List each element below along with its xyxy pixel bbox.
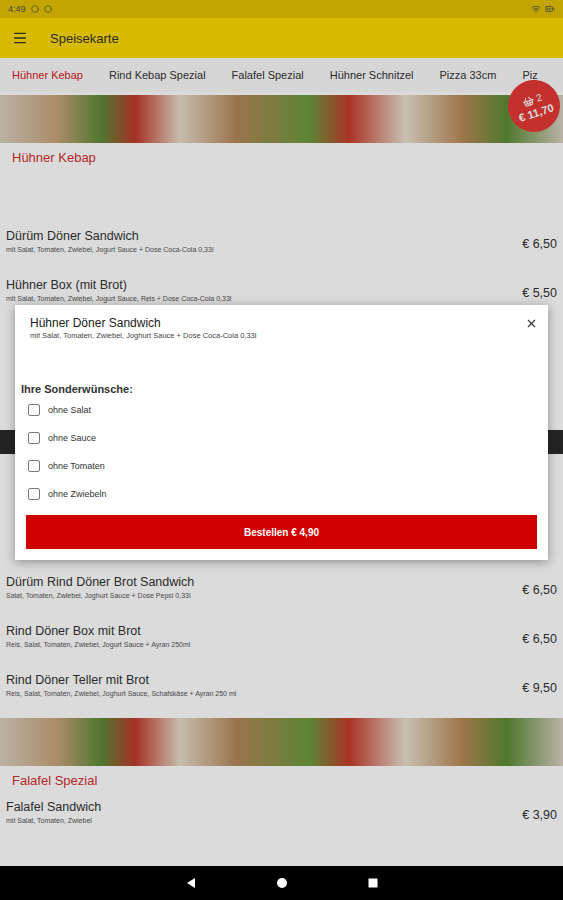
checkbox[interactable] bbox=[28, 488, 40, 500]
close-button[interactable] bbox=[525, 317, 538, 330]
dialog-description: mit Salat, Tomaten, Zwiebel, Joghurt Sau… bbox=[30, 331, 256, 341]
order-button[interactable]: Bestellen € 4,90 bbox=[26, 515, 537, 549]
checkbox[interactable] bbox=[28, 432, 40, 444]
app-screen: 4:49SpeisekarteHühner KebapRind Kebap Sp… bbox=[0, 0, 563, 900]
screen: 4:49SpeisekarteHühner KebapRind Kebap Sp… bbox=[0, 0, 563, 866]
option-row[interactable]: ohne Sauce bbox=[15, 424, 548, 452]
dialog-title: Hühner Döner Sandwich bbox=[30, 315, 256, 331]
option-label: ohne Salat bbox=[48, 405, 91, 415]
navigation-bar bbox=[0, 866, 563, 900]
order-dialog: Hühner Döner Sandwichmit Salat, Tomaten,… bbox=[15, 305, 548, 560]
options-heading: Ihre Sonderwünsche: bbox=[15, 382, 548, 396]
option-label: ohne Sauce bbox=[48, 433, 96, 443]
checkbox[interactable] bbox=[28, 460, 40, 472]
option-label: ohne Tomaten bbox=[48, 461, 105, 471]
home-icon[interactable] bbox=[276, 877, 288, 889]
option-row[interactable]: ohne Salat bbox=[15, 396, 548, 424]
option-row[interactable]: ohne Tomaten bbox=[15, 452, 548, 480]
recents-icon[interactable] bbox=[367, 877, 379, 889]
option-label: ohne Zwiebeln bbox=[48, 489, 107, 499]
checkbox[interactable] bbox=[28, 404, 40, 416]
close-icon bbox=[525, 317, 538, 330]
option-row[interactable]: ohne Zwiebeln bbox=[15, 480, 548, 508]
back-icon[interactable] bbox=[185, 877, 197, 889]
